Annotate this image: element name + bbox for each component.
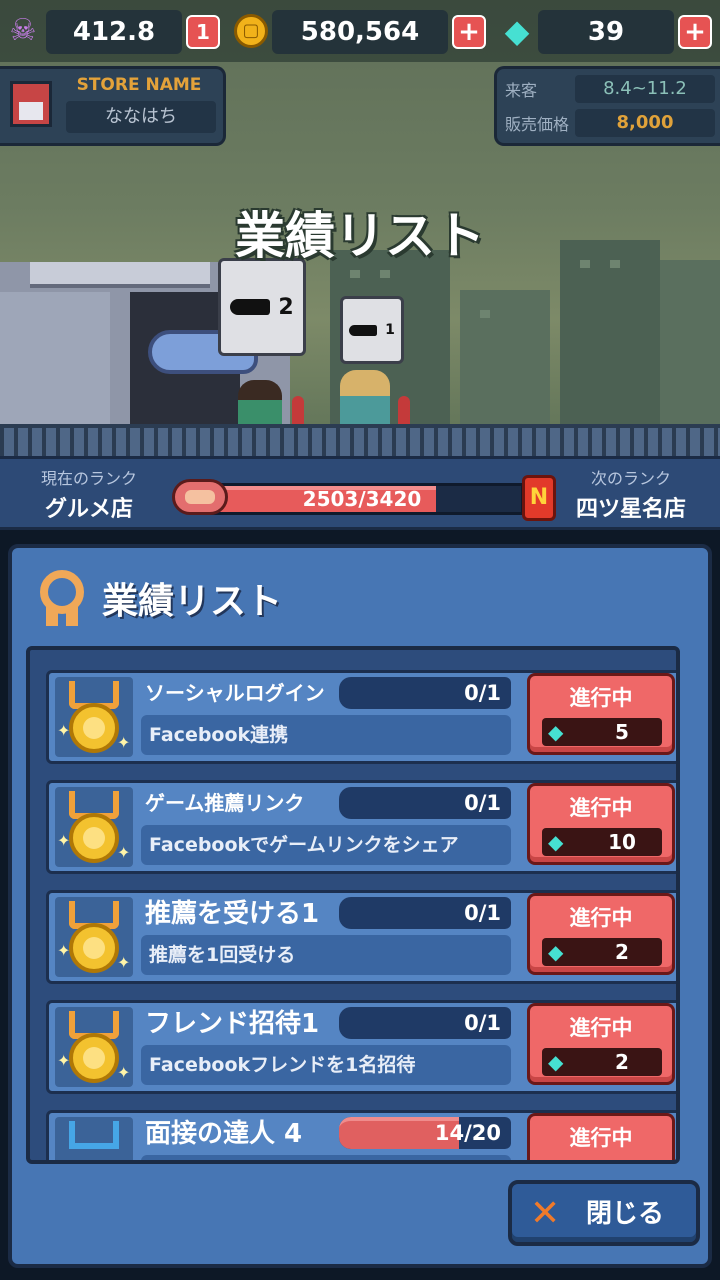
achievement-title: 推薦を受ける1 bbox=[145, 899, 320, 929]
achievement-description: Facebookでゲームリンクをシェア bbox=[141, 825, 511, 865]
achievement-progress: 0/1 bbox=[339, 787, 511, 819]
order-bubble: 1 bbox=[340, 296, 404, 364]
add-gems-button[interactable]: + bbox=[678, 15, 712, 49]
rank-progress-text: 2503/3420 bbox=[302, 487, 422, 511]
achievement-list[interactable]: ✦ ✦ ソーシャルログイン 0/1 Facebook連携 進行中 ◆ 5 ✦ ✦ ゲ… bbox=[26, 646, 680, 1164]
achievement-progress: 14/20 bbox=[339, 1117, 511, 1149]
achievement-title: フレンド招待1 bbox=[145, 1009, 320, 1039]
gold-medal-icon: ✦ ✦ bbox=[55, 1007, 133, 1087]
current-rank-value: グルメ店 bbox=[44, 497, 133, 522]
price-value: 8,000 bbox=[575, 109, 715, 137]
visitors-label: 来客 bbox=[505, 81, 538, 100]
fish-icon bbox=[349, 324, 378, 336]
skull-plus-button[interactable]: 1 bbox=[186, 15, 220, 49]
store-name-panel[interactable]: STORE NAME ななはち bbox=[0, 66, 226, 146]
close-label: 閉じる bbox=[586, 1199, 665, 1229]
achievement-progress: 0/1 bbox=[339, 1007, 511, 1039]
in-progress-button[interactable]: 進行中 bbox=[527, 1113, 675, 1160]
gold-medal-icon: ✦ ✦ bbox=[55, 787, 133, 867]
reward-box: ◆ 10 bbox=[542, 828, 662, 856]
price-label: 販売価格 bbox=[505, 115, 570, 134]
visitors-value: 8.4~11.2 bbox=[575, 75, 715, 103]
achievement-count: 0/1 bbox=[464, 1011, 501, 1035]
achievement-item: ✦ ✦ 推薦を受ける1 0/1 推薦を1回受ける 進行中 ◆ 2 bbox=[46, 890, 676, 984]
achievement-item: 面接の達人 4 14/20 進行中 bbox=[46, 1110, 676, 1160]
gem-icon: ◆ bbox=[548, 720, 564, 744]
achievement-item: ✦ ✦ フレンド招待1 0/1 Facebookフレンドを1名招待 進行中 ◆ 2 bbox=[46, 1000, 676, 1094]
store-name-value: ななはち bbox=[66, 101, 216, 133]
gem-value: 39 bbox=[587, 17, 625, 47]
button-label: 進行中 bbox=[569, 1016, 633, 1040]
reward-amount: 2 bbox=[615, 940, 629, 964]
next-rank-value: 四ツ星名店 bbox=[575, 497, 686, 522]
skull-value: 412.8 bbox=[72, 17, 156, 47]
store-icon bbox=[10, 81, 52, 127]
reward-box: ◆ 5 bbox=[542, 718, 662, 746]
achievement-progress: 0/1 bbox=[339, 897, 511, 929]
order-count: 1 bbox=[385, 322, 395, 338]
gem-icon: ◆ bbox=[548, 830, 564, 854]
order-count: 2 bbox=[278, 294, 294, 320]
achievement-title: ソーシャルログイン bbox=[145, 681, 325, 705]
achievement-item: ✦ ✦ ゲーム推薦リンク 0/1 Facebookでゲームリンクをシェア 進行中 … bbox=[46, 780, 676, 874]
button-label: 進行中 bbox=[569, 686, 633, 710]
gem-icon: ◆ bbox=[504, 12, 530, 50]
in-progress-button[interactable]: 進行中 ◆ 5 bbox=[527, 673, 675, 755]
rank-lips-icon bbox=[172, 479, 228, 515]
achievement-count: 0/1 bbox=[464, 901, 501, 925]
reward-box: ◆ 2 bbox=[542, 938, 662, 966]
achievement-count: 0/1 bbox=[464, 681, 501, 705]
skull-icon: ☠ bbox=[9, 13, 37, 48]
next-rank-label: 次のランク bbox=[590, 469, 671, 488]
achievement-progress: 0/1 bbox=[339, 677, 511, 709]
achievement-description: 推薦を1回受ける bbox=[141, 935, 511, 975]
achievement-description bbox=[141, 1155, 511, 1160]
skull-counter: 412.8 bbox=[46, 10, 182, 54]
blue-medal-icon bbox=[55, 1117, 133, 1160]
store-stats-panel: 来客 8.4~11.2 販売価格 8,000 bbox=[494, 66, 720, 146]
button-label: 進行中 bbox=[569, 906, 633, 930]
current-rank-label: 現在のランク bbox=[40, 469, 137, 488]
panel-title: 業績リスト bbox=[102, 581, 283, 622]
reward-box: ◆ 2 bbox=[542, 1048, 662, 1076]
achievement-title: ゲーム推薦リンク bbox=[145, 791, 305, 815]
in-progress-button[interactable]: 進行中 ◆ 2 bbox=[527, 893, 675, 975]
medal-icon bbox=[36, 570, 88, 626]
achievement-description: Facebook連携 bbox=[141, 715, 511, 755]
rank-progress-bar: 2503/3420 bbox=[200, 483, 524, 515]
gem-icon: ◆ bbox=[548, 1050, 564, 1074]
coin-counter: 580,564 bbox=[272, 10, 448, 54]
store-name-label: STORE NAME bbox=[76, 75, 202, 95]
next-rank-badge: N bbox=[522, 475, 556, 521]
street-railing bbox=[0, 424, 720, 456]
coin-value: 580,564 bbox=[300, 17, 420, 47]
resource-bar: ☠ 412.8 1 ▢ 580,564 + ◆ 39 + bbox=[0, 0, 720, 62]
in-progress-button[interactable]: 進行中 ◆ 2 bbox=[527, 1003, 675, 1085]
achievement-panel: 業績リスト ✦ ✦ ソーシャルログイン 0/1 Facebook連携 進行中 ◆ … bbox=[8, 544, 712, 1268]
achievement-count: 0/1 bbox=[464, 791, 501, 815]
gold-medal-icon: ✦ ✦ bbox=[55, 677, 133, 757]
achievement-title: 面接の達人 4 bbox=[145, 1119, 303, 1149]
reward-amount: 2 bbox=[615, 1050, 629, 1074]
achievement-description: Facebookフレンドを1名招待 bbox=[141, 1045, 511, 1085]
coin-icon: ▢ bbox=[234, 14, 268, 48]
rank-bar: 現在のランク グルメ店 2503/3420 N 次のランク 四ツ星名店 bbox=[0, 456, 720, 530]
button-label: 進行中 bbox=[569, 1126, 633, 1150]
in-progress-button[interactable]: 進行中 ◆ 10 bbox=[527, 783, 675, 865]
close-icon: ✕ bbox=[530, 1193, 561, 1234]
reward-amount: 5 bbox=[615, 720, 629, 744]
gem-counter: 39 bbox=[538, 10, 674, 54]
add-coins-button[interactable]: + bbox=[452, 15, 486, 49]
gold-medal-icon: ✦ ✦ bbox=[55, 897, 133, 977]
close-button[interactable]: ✕ 閉じる bbox=[508, 1180, 700, 1246]
order-bubble: 2 bbox=[218, 258, 306, 356]
scene-title: 業績リスト bbox=[235, 207, 485, 265]
achievement-item: ✦ ✦ ソーシャルログイン 0/1 Facebook連携 進行中 ◆ 5 bbox=[46, 670, 676, 764]
button-label: 進行中 bbox=[569, 796, 633, 820]
reward-amount: 10 bbox=[608, 830, 636, 854]
fish-icon bbox=[230, 299, 271, 315]
achievement-count: 14/20 bbox=[434, 1121, 501, 1145]
gem-icon: ◆ bbox=[548, 940, 564, 964]
